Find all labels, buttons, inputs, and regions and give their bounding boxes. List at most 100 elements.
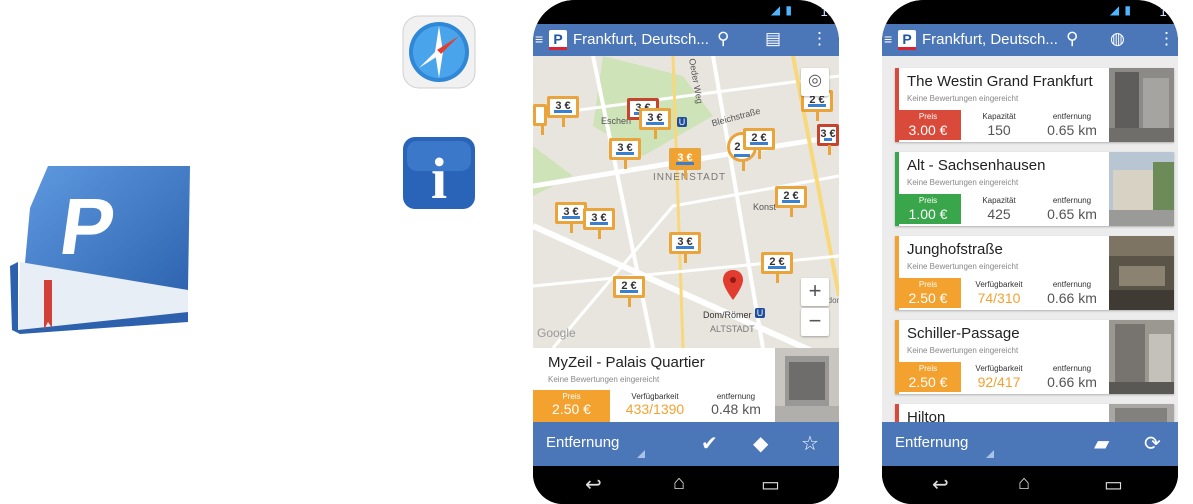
- globe-icon[interactable]: ◍: [1110, 29, 1125, 49]
- phone-map-screen: ◢ ▮ 15 ≡ P Frankfurt, Deutsch... ⚲ ▤ ⋮ I…: [533, 0, 839, 504]
- price-value: 1.00 €: [908, 206, 948, 222]
- app-bar: ≡ P Frankfurt, Deutsch... ⚲ ◍ ⋮: [882, 24, 1178, 56]
- capacity-value: 150: [987, 122, 1011, 138]
- parking-book-icon: P: [10, 166, 190, 334]
- parking-reviews: Keine Bewertungen eingereicht: [907, 346, 1019, 355]
- dropdown-indicator: [986, 450, 994, 458]
- distance-box: entfernung 0.66 km: [1037, 362, 1107, 392]
- distance-value: 0.66 km: [1047, 374, 1097, 390]
- parking-pin[interactable]: 2 €: [743, 128, 775, 159]
- parking-info-card[interactable]: MyZeil - Palais Quartier Keine Bewertung…: [533, 348, 839, 422]
- back-icon[interactable]: ↩: [932, 472, 949, 497]
- parking-pin[interactable]: 3 €: [547, 96, 579, 127]
- list-view-icon[interactable]: ▤: [765, 29, 781, 49]
- list-item[interactable]: Junghofstraße Keine Bewertungen eingerei…: [895, 236, 1174, 310]
- location-title[interactable]: Frankfurt, Deutsch...: [573, 31, 709, 48]
- list-item[interactable]: Alt - Sachsenhausen Keine Bewertungen ei…: [895, 152, 1174, 226]
- parking-reviews: Keine Bewertungen eingereicht: [548, 375, 660, 384]
- parking-pin[interactable]: 3 €: [583, 208, 615, 239]
- capacity-label: Kapazität: [982, 112, 1016, 121]
- capacity-box: Kapazität 150: [963, 110, 1035, 140]
- bottom-bar: Entfernung ▰ ⟳: [882, 422, 1178, 466]
- phone-list-screen: ◢ ▮ 16 ≡ P Frankfurt, Deutsch... ⚲ ◍ ⋮ T…: [882, 0, 1178, 504]
- parking-pin[interactable]: 3 €: [639, 108, 671, 139]
- refresh-icon[interactable]: ⟳: [1144, 431, 1161, 456]
- availability-value: 74/310: [977, 290, 1021, 306]
- home-icon[interactable]: ⌂: [673, 472, 685, 495]
- distance-value: 0.66 km: [1047, 290, 1097, 306]
- parking-pin[interactable]: 2 €: [613, 276, 645, 307]
- status-bar: ◢ ▮ 15: [533, 0, 839, 24]
- check-badge-icon[interactable]: ✔: [701, 431, 718, 456]
- parking-photo: [1109, 68, 1174, 142]
- parking-name: Junghofstraße: [907, 241, 1003, 258]
- parking-list[interactable]: The Westin Grand Frankfurt Keine Bewertu…: [882, 56, 1178, 422]
- price-label: Preis: [562, 392, 581, 401]
- overflow-menu-icon[interactable]: ⋮: [811, 29, 828, 49]
- distance-label: entfernung: [1052, 280, 1092, 289]
- search-icon[interactable]: ⚲: [717, 29, 729, 49]
- android-nav-bar: ↩ ⌂ ▭: [882, 466, 1178, 504]
- list-item[interactable]: Hilton: [895, 404, 1174, 422]
- parking-name: Schiller-Passage: [907, 325, 1020, 342]
- price-label: Preis: [918, 112, 938, 121]
- search-icon[interactable]: ⚲: [1066, 29, 1078, 49]
- parking-pin[interactable]: 3 €: [669, 232, 701, 263]
- list-item[interactable]: Schiller-Passage Keine Bewertungen einge…: [895, 320, 1174, 394]
- parking-photo: [1109, 152, 1174, 226]
- availability-label: Verfügbarkeit: [975, 364, 1023, 373]
- parking-name: Alt - Sachsenhausen: [907, 157, 1046, 174]
- list-item[interactable]: The Westin Grand Frankfurt Keine Bewertu…: [895, 68, 1174, 142]
- parking-pin[interactable]: 3 €: [533, 104, 547, 135]
- price-box: Preis 2.50 €: [533, 390, 610, 422]
- home-icon[interactable]: ⌂: [1018, 472, 1030, 495]
- recent-apps-icon[interactable]: ▭: [1104, 472, 1123, 497]
- parking-name: The Westin Grand Frankfurt: [907, 73, 1093, 90]
- distance-value: 0.65 km: [1047, 122, 1097, 138]
- menu-icon[interactable]: ≡: [884, 31, 892, 47]
- zoom-in-button[interactable]: +: [801, 278, 829, 306]
- location-title[interactable]: Frankfurt, Deutsch...: [922, 31, 1058, 48]
- capacity-box: Kapazität 425: [963, 194, 1035, 224]
- price-value: 2.50 €: [908, 374, 948, 390]
- price-value: 3.00 €: [908, 122, 948, 138]
- parking-pin-selected[interactable]: 3 €: [669, 148, 701, 179]
- parking-pin[interactable]: 3 €: [609, 138, 641, 169]
- info-icon[interactable]: i: [401, 135, 477, 211]
- capacity-value: 425: [987, 206, 1011, 222]
- distance-label: entfernung: [1052, 196, 1092, 205]
- favorite-star-icon[interactable]: ☆: [801, 431, 819, 456]
- app-logo: P: [549, 30, 567, 50]
- map-view-icon[interactable]: ▰: [1094, 431, 1109, 456]
- dropdown-indicator: [637, 450, 645, 458]
- distance-label: entfernung: [716, 392, 756, 401]
- subway-icon: U: [677, 117, 687, 127]
- sort-dropdown[interactable]: Entfernung: [895, 434, 968, 451]
- parking-pin[interactable]: 2 €: [761, 252, 793, 283]
- parking-pin[interactable]: 3 €: [817, 124, 839, 155]
- map-label-dom-roemer: Dom/Römer: [703, 310, 752, 320]
- map-view[interactable]: INNENSTADT Bleichstraße Oeder Weg Eschen…: [533, 56, 839, 348]
- back-icon[interactable]: ↩: [585, 472, 602, 497]
- distance-box: entfernung 0.66 km: [1037, 278, 1107, 308]
- zoom-out-button[interactable]: −: [801, 308, 829, 336]
- price-color-bar: [895, 404, 899, 422]
- parking-photo: [1109, 320, 1174, 394]
- recent-apps-icon[interactable]: ▭: [761, 472, 780, 497]
- parking-photo: [775, 348, 839, 422]
- compass-icon[interactable]: [401, 14, 477, 90]
- parking-pin[interactable]: 2 €: [775, 186, 807, 217]
- availability-box: Verfügbarkeit 433/1390: [613, 390, 697, 417]
- my-location-button[interactable]: ◎: [801, 68, 829, 96]
- sort-dropdown[interactable]: Entfernung: [546, 434, 619, 451]
- app-bar: ≡ P Frankfurt, Deutsch... ⚲ ▤ ⋮: [533, 24, 839, 56]
- bottom-bar: Entfernung ✔ ◆ ☆: [533, 422, 839, 466]
- distance-label: entfernung: [1052, 112, 1092, 121]
- directions-icon[interactable]: ◆: [753, 431, 768, 456]
- parking-reviews: Keine Bewertungen eingereicht: [907, 178, 1019, 187]
- app-logo: P: [898, 30, 916, 50]
- overflow-menu-icon[interactable]: ⋮: [1158, 29, 1175, 49]
- menu-icon[interactable]: ≡: [535, 31, 543, 47]
- availability-box: Verfügbarkeit 74/310: [963, 278, 1035, 308]
- distance-value: 0.48 km: [711, 401, 761, 417]
